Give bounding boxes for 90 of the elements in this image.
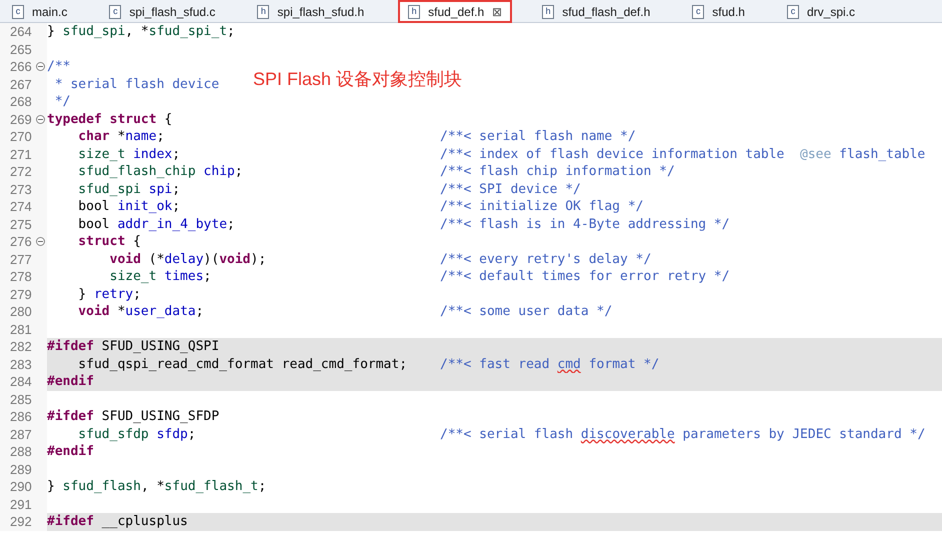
line-number: 274 <box>9 198 33 216</box>
code-line: #ifdef SFUD_USING_SFDP <box>47 408 220 426</box>
code-line: sfud_qspi_read_cmd_format read_cmd_format; <box>77 356 408 373</box>
code-line: sfud_flash_chip chip; <box>77 163 243 180</box>
line-number: 278 <box>9 268 33 286</box>
editor-tab[interactable]: c spi_flash_sfud.c <box>101 0 228 23</box>
tab-label: spi_flash_sfud.c <box>128 4 216 20</box>
line-number: 279 <box>9 286 33 303</box>
collapse-icon[interactable] <box>36 237 45 246</box>
line-number: 271 <box>9 146 33 163</box>
code-line: #ifdef __cplusplus <box>47 513 188 530</box>
doc-comment: /**< serial flash discoverable parameters by JEDEC standard */ <box>440 426 926 443</box>
code-line: typedef struct { <box>47 110 172 128</box>
code-line: } sfud_flash, *sfud_flash_t; <box>47 478 266 496</box>
doc-comment: /**< fast read cmd format */ <box>440 356 660 373</box>
code-line: bool addr_in_4_byte; <box>77 216 235 233</box>
editor-tab[interactable]: h spi_flash_sfud.h <box>249 0 376 23</box>
code-line: size_t times; <box>108 268 212 286</box>
line-number: 289 <box>9 460 33 478</box>
line-number: 276 <box>9 233 33 250</box>
code-line: void *user_data; <box>77 303 204 320</box>
line-number: 264 <box>9 23 33 40</box>
code-line: #endif <box>47 373 94 390</box>
file-icon: h <box>408 4 420 18</box>
file-icon: c <box>12 4 24 18</box>
editor-tab[interactable]: c drv_spi.c <box>778 0 867 23</box>
file-icon: h <box>257 4 270 18</box>
code-line: * serial flash device <box>54 76 220 93</box>
doc-comment: /**< some user data */ <box>440 303 612 320</box>
line-number: 282 <box>9 338 33 356</box>
line-number: 291 <box>9 496 33 513</box>
annotation-text: SPI Flash 设备对象控制块 <box>253 68 462 91</box>
code-line: struct { <box>77 233 141 250</box>
tab-label: spi_flash_sfud.h <box>276 4 366 20</box>
doc-comment: /**< default times for error retry */ <box>440 268 730 286</box>
line-number: 265 <box>9 40 33 58</box>
code-line: #endif <box>47 443 94 460</box>
line-number: 273 <box>9 180 33 198</box>
code-line: sfud_sfdp sfdp; <box>77 426 196 443</box>
close-icon[interactable]: ⊠ <box>492 2 502 20</box>
editor-tab[interactable]: c main.c <box>4 0 80 23</box>
file-icon: h <box>542 4 554 18</box>
code-line: bool init_ok; <box>77 198 180 216</box>
tab-label: main.c <box>31 4 68 20</box>
line-number: 285 <box>9 390 33 408</box>
editor-tab[interactable]: h sfud_def.h ⊠ <box>398 0 512 23</box>
line-number: 270 <box>9 128 33 146</box>
file-icon: c <box>786 4 799 18</box>
collapse-icon[interactable] <box>36 114 45 124</box>
file-icon: c <box>692 4 704 18</box>
doc-comment: /**< every retry's delay */ <box>440 250 652 268</box>
tab-label: sfud_flash_def.h <box>561 4 652 20</box>
file-icon: c <box>109 4 122 18</box>
editor-tab[interactable]: c sfud.h <box>684 0 757 23</box>
collapse-icon[interactable] <box>36 62 45 72</box>
tab-label: sfud_def.h <box>427 4 486 20</box>
tab-label: sfud.h <box>711 4 746 20</box>
editor-tab[interactable]: h sfud_flash_def.h <box>534 0 662 23</box>
doc-comment: /**< flash is in 4-Byte addressing */ <box>440 216 730 233</box>
code-line: */ <box>54 93 70 110</box>
line-number: 267 <box>9 76 33 93</box>
line-number: 284 <box>9 373 33 390</box>
code-line: } retry; <box>77 286 141 303</box>
code-line: #ifdef SFUD_USING_QSPI <box>47 338 220 356</box>
doc-comment: /**< serial flash name */ <box>440 128 636 146</box>
line-number: 288 <box>9 443 33 460</box>
doc-comment: /**< SPI device */ <box>440 180 581 198</box>
line-number: 290 <box>9 478 33 496</box>
line-number: 272 <box>9 163 33 180</box>
code-line: void (*delay)(void); <box>108 250 266 268</box>
doc-comment: /**< flash chip information */ <box>440 163 675 180</box>
code-line: } sfud_spi, *sfud_spi_t; <box>47 23 235 40</box>
line-number: 287 <box>9 426 33 443</box>
code-line: size_t index; <box>77 146 180 163</box>
tab-label: drv_spi.c <box>806 4 856 20</box>
code-line: char *name; <box>77 128 164 146</box>
line-number: 269 <box>9 110 33 128</box>
line-number: 283 <box>9 356 33 373</box>
line-number: 286 <box>9 408 33 426</box>
line-number: 268 <box>9 93 33 110</box>
line-number: 266 <box>9 58 33 76</box>
code-line: /** <box>47 58 70 76</box>
doc-comment: /**< initialize OK flag */ <box>440 198 644 216</box>
line-number: 281 <box>9 320 33 338</box>
line-number: 277 <box>9 250 33 268</box>
doc-comment: /**< index of flash device information table @see flash_table <box>440 146 926 163</box>
line-number: 280 <box>9 303 33 320</box>
line-number: 275 <box>9 216 33 233</box>
line-number: 292 <box>9 513 33 530</box>
code-line: sfud_spi spi; <box>77 180 180 198</box>
